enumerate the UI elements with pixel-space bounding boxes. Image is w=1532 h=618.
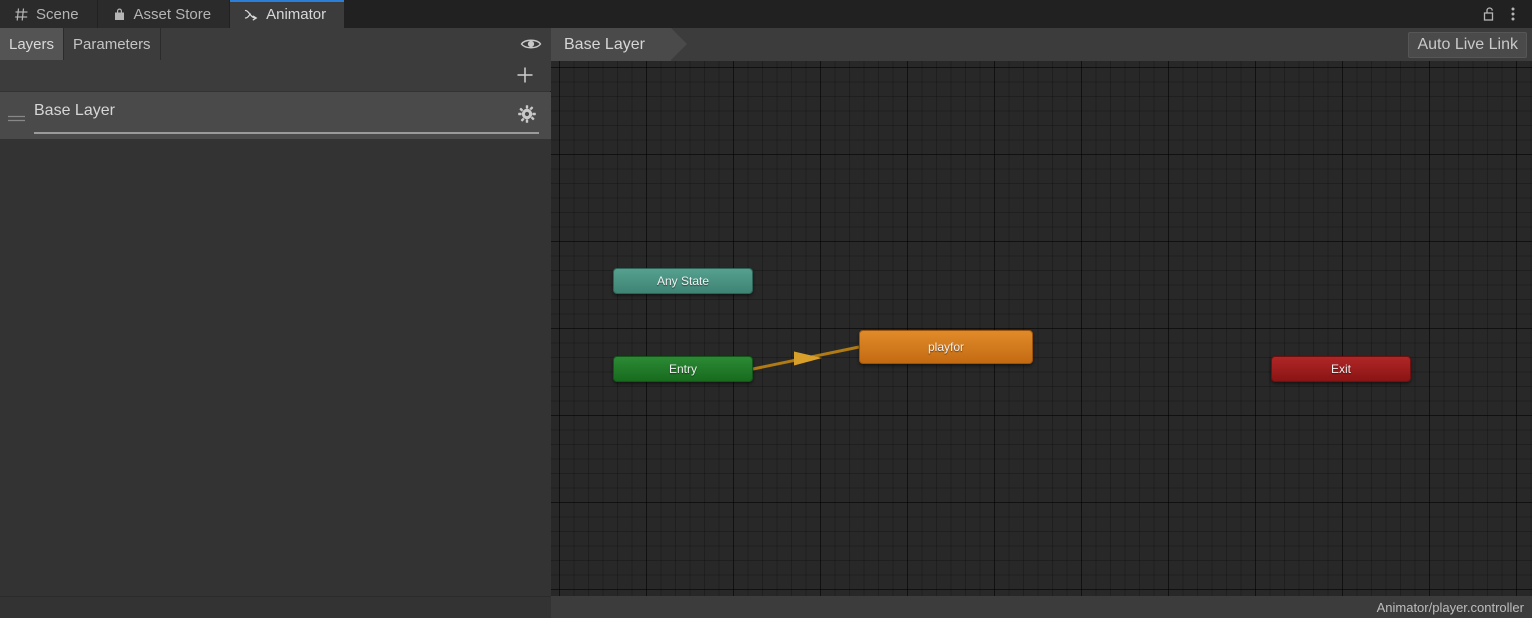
animator-graph-panel: Base Layer Auto Live Link Any State Entr…	[551, 28, 1532, 618]
state-node-entry[interactable]: Entry	[613, 356, 753, 382]
layers-list-body	[0, 139, 551, 618]
graph-toolbar-spacer	[671, 28, 1409, 61]
tab-layers[interactable]: Layers	[0, 28, 65, 60]
layer-row-base-layer[interactable]: Base Layer	[0, 92, 551, 139]
breadcrumb-base-layer[interactable]: Base Layer	[551, 28, 687, 61]
more-vertical-icon[interactable]	[1502, 2, 1524, 26]
state-node-label: Entry	[668, 362, 697, 376]
state-node-any-state[interactable]: Any State	[613, 268, 753, 294]
shop-bag-icon	[112, 7, 127, 22]
state-node-exit[interactable]: Exit	[1271, 356, 1411, 382]
layers-toolbar-spacer	[161, 28, 511, 60]
state-machine-canvas[interactable]: Any State Entry playfor Exit	[551, 61, 1532, 596]
gear-icon[interactable]	[516, 103, 538, 125]
layer-weight-bar	[34, 132, 539, 134]
layer-name-label: Base Layer	[34, 102, 115, 119]
tab-asset-store-label: Asset Store	[133, 5, 212, 23]
tab-scene-label: Scene	[36, 5, 79, 23]
transition-edges	[752, 345, 860, 371]
lock-open-icon[interactable]	[1478, 2, 1500, 26]
status-bar-label: Animator/player.controller	[1376, 599, 1524, 615]
auto-live-link-button[interactable]: Auto Live Link	[1408, 31, 1527, 58]
graph-toolbar: Base Layer Auto Live Link	[551, 28, 1532, 61]
tab-animator[interactable]: Animator	[230, 0, 346, 28]
state-node-label: Any State	[656, 274, 710, 288]
tab-scene[interactable]: Scene	[0, 0, 98, 28]
auto-live-link-label: Auto Live Link	[1417, 35, 1518, 53]
window-controls	[1478, 0, 1532, 28]
grid-icon	[14, 7, 29, 22]
eye-icon[interactable]	[511, 28, 551, 60]
drag-handle-icon[interactable]	[8, 109, 25, 122]
tab-parameters[interactable]: Parameters	[64, 28, 161, 60]
layers-panel-footer	[0, 596, 551, 618]
layers-panel-toolbar: Layers Parameters	[0, 28, 551, 61]
breadcrumb-label: Base Layer	[564, 35, 645, 53]
window-tab-strip: Scene Asset Store Animator	[0, 0, 1532, 28]
layers-panel: Layers Parameters Base Layer	[0, 28, 551, 618]
tab-parameters-label: Parameters	[73, 35, 151, 53]
state-node-label: playfor	[927, 340, 965, 354]
state-node-playfor[interactable]: playfor	[859, 330, 1033, 364]
animator-arrow-icon	[244, 7, 259, 22]
plus-icon[interactable]	[513, 63, 537, 87]
tab-layers-label: Layers	[9, 35, 55, 53]
state-node-label: Exit	[1330, 362, 1351, 376]
animator-window: Scene Asset Store Animator Layers Parame…	[0, 0, 1532, 618]
tab-animator-label: Animator	[266, 5, 327, 23]
tab-asset-store[interactable]: Asset Store	[97, 0, 231, 28]
tab-strip-spacer	[345, 0, 1478, 28]
graph-status-bar: Animator/player.controller	[551, 596, 1532, 618]
transition-entry-to-playfor	[752, 345, 860, 371]
layers-add-row	[0, 61, 551, 91]
